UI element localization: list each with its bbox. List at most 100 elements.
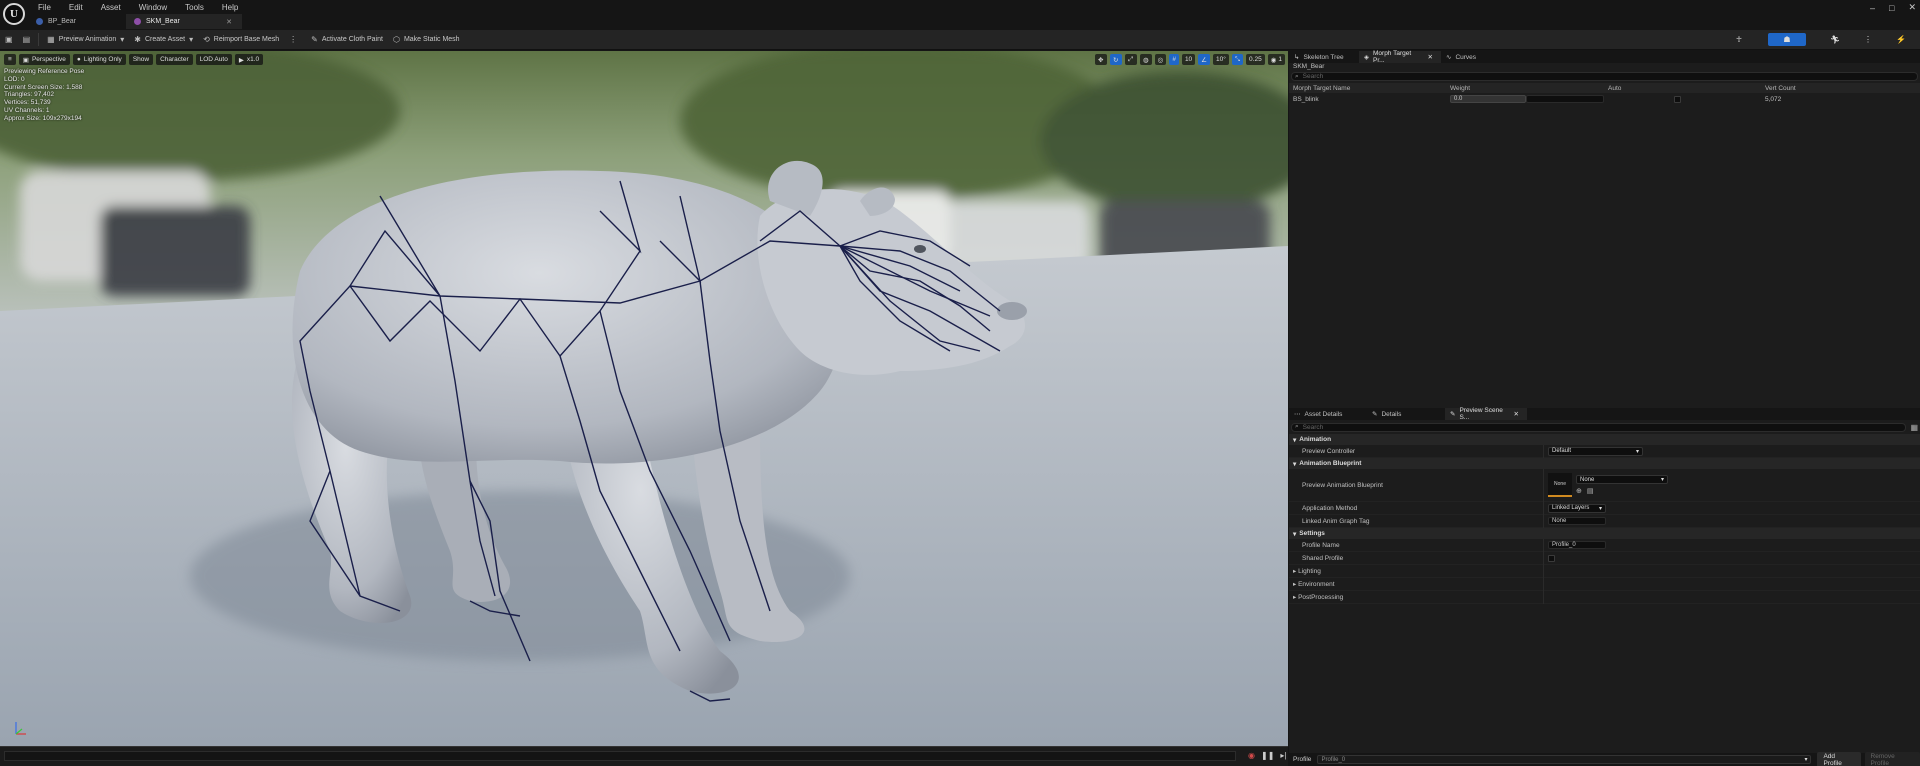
- speed-label: x1.0: [246, 56, 260, 63]
- character-button[interactable]: Character: [156, 54, 193, 65]
- tab-asset-details[interactable]: ⋯ Asset Details: [1289, 408, 1367, 420]
- asset-thumbnail[interactable]: None: [1548, 473, 1572, 497]
- tab-details[interactable]: ✎ Details: [1367, 408, 1445, 420]
- scale-tool[interactable]: ⤢: [1124, 54, 1137, 65]
- tab-curves[interactable]: ∿ Curves: [1441, 51, 1491, 63]
- more-modes-button[interactable]: ⋮: [1864, 33, 1872, 46]
- weight-slider[interactable]: [1526, 95, 1604, 103]
- collapsed-section-postprocessing[interactable]: ▸ PostProcessing: [1289, 590, 1920, 604]
- linked-anim-tag-field[interactable]: None: [1548, 517, 1606, 525]
- profile-dropdown[interactable]: Profile_0 ▾: [1317, 755, 1812, 764]
- morph-icon: ◈: [1364, 54, 1369, 61]
- mesh-icon: ☗: [1783, 35, 1791, 44]
- show-button[interactable]: Show: [128, 54, 154, 65]
- perspective-button[interactable]: ▣ Perspective: [18, 54, 70, 65]
- collapsed-section-environment[interactable]: ▸ Environment: [1289, 577, 1920, 591]
- column-header[interactable]: Weight: [1446, 85, 1604, 92]
- column-header[interactable]: Morph Target Name: [1289, 85, 1446, 92]
- tab-skm-bear[interactable]: SKM_Bear ✕: [126, 14, 242, 29]
- save-button[interactable]: ▣: [0, 32, 18, 48]
- rotation-snap-value[interactable]: 10°: [1213, 54, 1229, 65]
- step-forward-icon[interactable]: ▸|: [1280, 751, 1286, 760]
- rotation-snap-toggle[interactable]: ∠: [1198, 54, 1210, 65]
- tab-bp-bear[interactable]: BP_Bear: [28, 14, 126, 29]
- use-selected-icon[interactable]: ▤: [1587, 487, 1594, 495]
- make-static-mesh-button[interactable]: ⬡ Make Static Mesh: [388, 32, 465, 48]
- menu-window[interactable]: Window: [134, 3, 172, 12]
- property-value: [1543, 590, 1920, 604]
- view-mode-button[interactable]: ● Lighting Only: [72, 54, 126, 65]
- pause-icon[interactable]: ❚❚: [1261, 751, 1274, 760]
- details-search-input[interactable]: ⌕ Search: [1291, 422, 1907, 432]
- collapsed-section-lighting[interactable]: ▸ Lighting: [1289, 564, 1920, 578]
- morph-search-input[interactable]: ⌕ Search: [1291, 72, 1918, 81]
- section-animation[interactable]: ▾ Animation: [1289, 434, 1920, 445]
- profile-name-field[interactable]: Profile_0: [1548, 541, 1606, 549]
- details-panel: ⋯ Asset Details ✎ Details ✎ Preview Scen…: [1289, 407, 1920, 748]
- skeleton-icon: ☥: [1736, 35, 1742, 44]
- menu-edit[interactable]: Edit: [64, 3, 88, 12]
- remove-profile-button[interactable]: Remove Profile: [1864, 751, 1920, 766]
- scale-icon: ⤢: [1127, 55, 1134, 63]
- table-row[interactable]: BS_blink 0.0 5,072: [1289, 93, 1920, 105]
- kebab-menu-icon: ⋮: [289, 35, 298, 44]
- scale-snap-value[interactable]: 0.25: [1246, 54, 1265, 65]
- rotate-tool[interactable]: ↻: [1109, 54, 1122, 65]
- physics-mode-button[interactable]: ⚡: [1890, 33, 1912, 46]
- preview-viewport[interactable]: ≡ ▣ Perspective ● Lighting Only Show Chara…: [0, 51, 1288, 746]
- create-asset-button[interactable]: ✱ Create Asset ▾: [129, 32, 198, 48]
- close-tab-icon[interactable]: ✕: [1428, 53, 1433, 61]
- column-header[interactable]: Auto: [1604, 85, 1761, 92]
- close-tab-icon[interactable]: ✕: [1514, 410, 1519, 418]
- weight-field[interactable]: 0.0: [1450, 95, 1526, 103]
- tab-morph-target-preview[interactable]: ◈ Morph Target Pr... ✕: [1359, 50, 1441, 64]
- section-animation-blueprint[interactable]: ▾ Animation Blueprint: [1289, 458, 1920, 469]
- tab-skeleton-tree[interactable]: ↳ Skeleton Tree: [1289, 51, 1359, 63]
- preview-animation-button[interactable]: ▦ Preview Animation ▾: [42, 32, 129, 48]
- application-method-dropdown[interactable]: Linked Layers ▾: [1548, 503, 1606, 513]
- unreal-logo-icon[interactable]: U: [3, 3, 25, 25]
- close-tab-icon[interactable]: ✕: [226, 18, 232, 26]
- browse-button[interactable]: ▤: [18, 32, 36, 48]
- camera-speed-button[interactable]: ◉ 1: [1267, 54, 1285, 65]
- grid-snap-value[interactable]: 10: [1181, 54, 1196, 65]
- timeline-track[interactable]: [4, 751, 1236, 761]
- section-settings[interactable]: ▾ Settings: [1289, 528, 1920, 539]
- lod-button[interactable]: LOD Auto: [195, 54, 232, 65]
- skeleton-mode-button[interactable]: ☥: [1728, 33, 1750, 46]
- menu-asset[interactable]: Asset: [96, 3, 126, 12]
- close-icon[interactable]: ✕: [1908, 2, 1916, 13]
- skeletal-mesh-icon: [134, 18, 141, 25]
- minimize-icon[interactable]: –: [1870, 3, 1875, 13]
- record-icon[interactable]: ◉: [1248, 751, 1255, 760]
- shared-profile-checkbox[interactable]: [1548, 554, 1555, 562]
- mesh-mode-button[interactable]: ☗: [1768, 33, 1806, 46]
- auto-checkbox[interactable]: [1674, 95, 1681, 103]
- grid-view-icon[interactable]: ▦: [1910, 423, 1918, 432]
- menu-help[interactable]: Help: [217, 3, 243, 12]
- animation-mode-button[interactable]: 🏃︎: [1824, 33, 1846, 46]
- preview-anim-bp-dropdown[interactable]: None ▾: [1576, 475, 1668, 484]
- menu-tools[interactable]: Tools: [180, 3, 209, 12]
- reimport-base-mesh-button[interactable]: ⟲ Reimport Base Mesh: [198, 32, 284, 48]
- browse-to-asset-icon[interactable]: ⊕: [1576, 487, 1582, 495]
- column-header[interactable]: Vert Count: [1761, 85, 1918, 92]
- menu-file[interactable]: File: [33, 3, 56, 12]
- activate-cloth-paint-button[interactable]: ✎ Activate Cloth Paint: [306, 32, 388, 48]
- preview-controller-dropdown[interactable]: Default ▾: [1548, 446, 1643, 456]
- reimport-options-button[interactable]: ⋮: [284, 32, 302, 48]
- tab-preview-scene-settings[interactable]: ✎ Preview Scene S... ✕: [1445, 407, 1527, 421]
- grid-snap-toggle[interactable]: #: [1169, 54, 1179, 65]
- timeline-bar: ◉ ❚❚ ▸|: [0, 746, 1288, 766]
- pencil-icon: ✎: [1372, 411, 1378, 418]
- add-profile-button[interactable]: Add Profile: [1817, 751, 1861, 766]
- scale-snap-toggle[interactable]: ⤡: [1231, 54, 1244, 65]
- world-local-toggle[interactable]: ◍: [1139, 54, 1152, 65]
- maximize-icon[interactable]: □: [1889, 3, 1894, 13]
- axis-gizmo-icon: [15, 722, 26, 735]
- surface-snap-toggle[interactable]: ◎: [1154, 54, 1167, 65]
- translate-tool[interactable]: ✥: [1094, 54, 1107, 65]
- playback-speed-button[interactable]: ▶ x1.0: [234, 54, 264, 65]
- stats-line: LOD: 0: [4, 75, 25, 83]
- viewport-options-button[interactable]: ≡: [4, 54, 16, 65]
